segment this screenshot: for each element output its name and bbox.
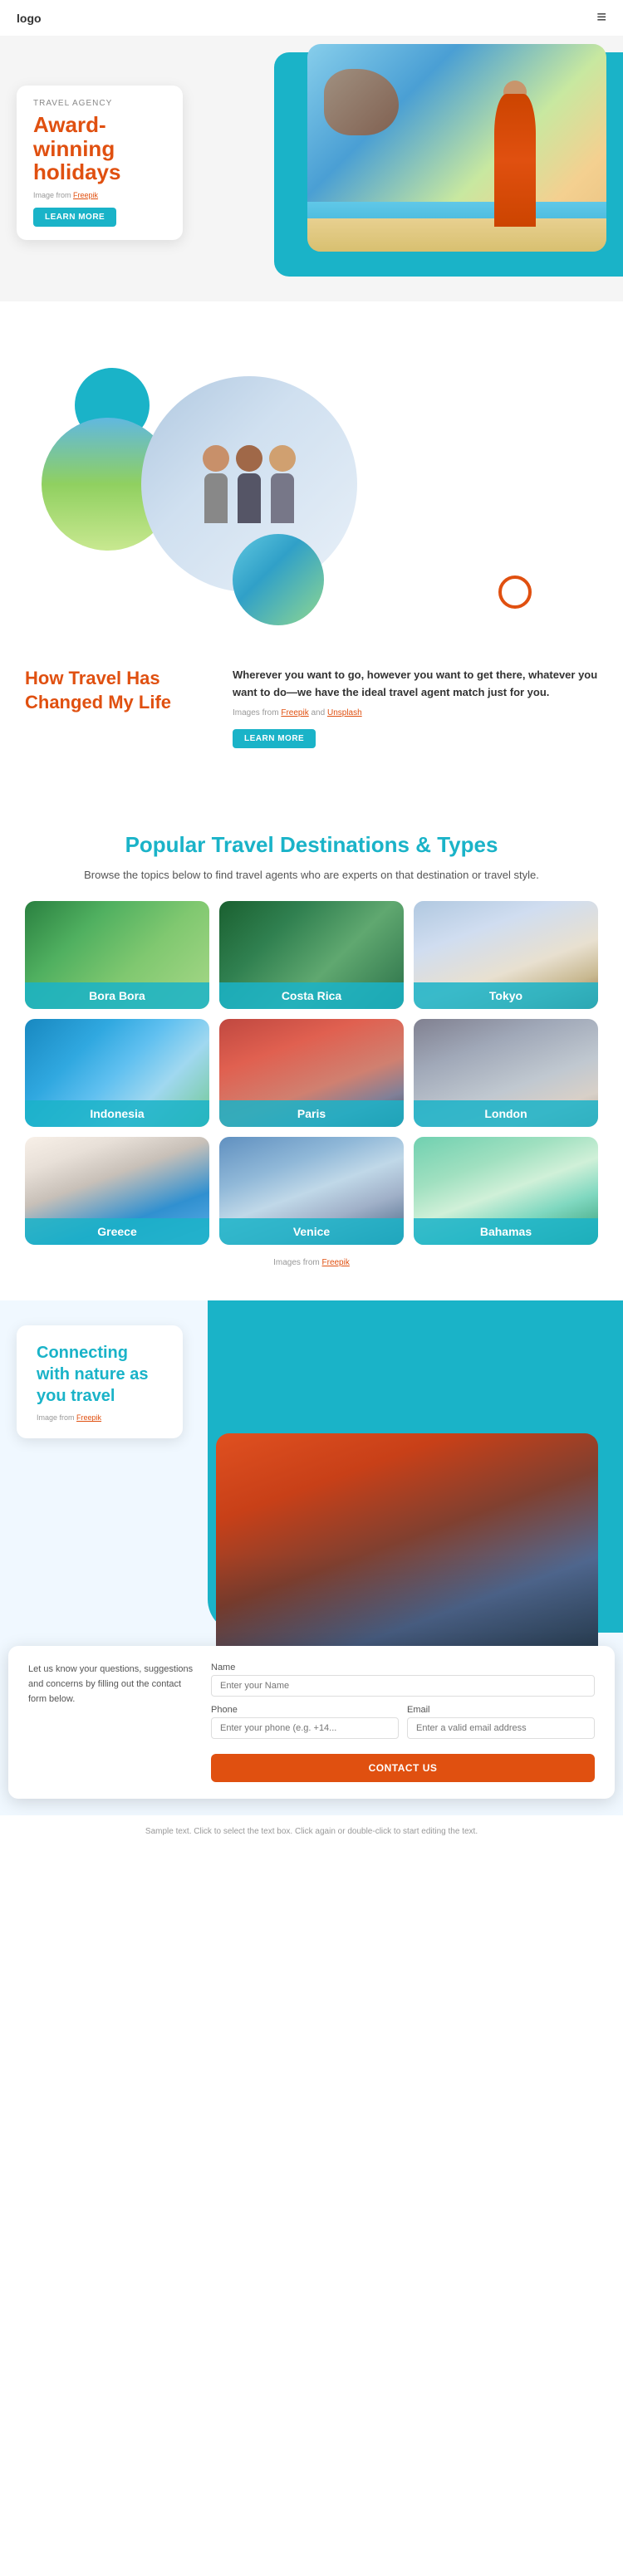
name-input[interactable] bbox=[211, 1675, 595, 1697]
person-2 bbox=[236, 445, 262, 523]
contact-intro: Let us know your questions, suggestions … bbox=[28, 1663, 194, 1782]
person-2-body bbox=[238, 473, 261, 523]
menu-icon[interactable]: ≡ bbox=[596, 8, 606, 27]
contact-intro-text: Let us know your questions, suggestions … bbox=[28, 1663, 194, 1707]
destination-card-london[interactable]: London bbox=[414, 1019, 598, 1127]
travel-section: How Travel Has Changed My Life Wherever … bbox=[0, 318, 623, 798]
destination-label: Tokyo bbox=[414, 982, 598, 1009]
destination-card-indonesia[interactable]: Indonesia bbox=[25, 1019, 209, 1127]
hero-sand bbox=[307, 218, 606, 252]
destination-label: Bora Bora bbox=[25, 982, 209, 1009]
person-1 bbox=[203, 445, 229, 523]
destination-label: London bbox=[414, 1100, 598, 1127]
footer: Sample text. Click to select the text bo… bbox=[0, 1815, 623, 1853]
destination-card-venice[interactable]: Venice bbox=[219, 1137, 404, 1245]
phone-input[interactable] bbox=[211, 1717, 399, 1739]
email-label: Email bbox=[407, 1705, 595, 1715]
contact-form: Name Phone Email CONTACT US bbox=[211, 1663, 595, 1782]
phone-field-group: Phone bbox=[211, 1705, 399, 1739]
destination-label: Venice bbox=[219, 1218, 404, 1245]
destination-label: Bahamas bbox=[414, 1218, 598, 1245]
footer-note-text: Sample text. Click to select the text bo… bbox=[145, 1827, 478, 1836]
destination-card-paris[interactable]: Paris bbox=[219, 1019, 404, 1127]
destinations-grid: Bora Bora Costa Rica Tokyo Indonesia Paris Lo… bbox=[25, 901, 598, 1245]
agency-label: TRAVEL AGENCY bbox=[33, 99, 166, 108]
travel-text-left: How Travel Has Changed My Life bbox=[25, 667, 208, 714]
travel-learn-more-button[interactable]: LEARN MORE bbox=[233, 729, 316, 748]
hero-image-credit: Image from Freepik bbox=[33, 191, 166, 199]
person-1-head bbox=[203, 445, 229, 472]
phone-label: Phone bbox=[211, 1705, 399, 1715]
destinations-heading: Popular Travel Destinations & Types bbox=[25, 831, 598, 859]
email-input[interactable] bbox=[407, 1717, 595, 1739]
person-2-head bbox=[236, 445, 262, 472]
destination-label: Costa Rica bbox=[219, 982, 404, 1009]
name-label: Name bbox=[211, 1663, 595, 1672]
contact-row: Let us know your questions, suggestions … bbox=[28, 1663, 595, 1782]
hero-rock bbox=[324, 69, 399, 135]
travel-body: Wherever you want to go, however you wan… bbox=[233, 667, 598, 702]
destination-label: Indonesia bbox=[25, 1100, 209, 1127]
destination-card-tokyo[interactable]: Tokyo bbox=[414, 901, 598, 1009]
travel-credit-link1[interactable]: Freepik bbox=[281, 708, 308, 717]
phone-email-row: Phone Email bbox=[211, 1705, 595, 1747]
destination-label: Paris bbox=[219, 1100, 404, 1127]
nature-credit-link[interactable]: Freepik bbox=[76, 1413, 101, 1422]
hero-woman bbox=[473, 61, 557, 227]
destination-card-bora-bora[interactable]: Bora Bora bbox=[25, 901, 209, 1009]
nature-heading: Connecting with nature as you travel bbox=[37, 1342, 163, 1407]
travel-circles bbox=[25, 351, 598, 642]
destination-card-costa-rica[interactable]: Costa Rica bbox=[219, 901, 404, 1009]
email-field-group: Email bbox=[407, 1705, 595, 1739]
nature-card: Connecting with nature as you travel Ima… bbox=[17, 1325, 183, 1438]
destination-card-greece[interactable]: Greece bbox=[25, 1137, 209, 1245]
destination-label: Greece bbox=[25, 1218, 209, 1245]
travel-text-right: Wherever you want to go, however you wan… bbox=[233, 667, 598, 748]
travel-heading: How Travel Has Changed My Life bbox=[25, 667, 208, 714]
travel-credit-link2[interactable]: Unsplash bbox=[327, 708, 362, 717]
destinations-credit: Images from Freepik bbox=[25, 1258, 598, 1267]
nature-section: Connecting with nature as you travel Ima… bbox=[0, 1300, 623, 1815]
hero-credit-link[interactable]: Freepik bbox=[73, 191, 98, 199]
person-3 bbox=[269, 445, 296, 523]
header: logo ≡ bbox=[0, 0, 623, 36]
logo: logo bbox=[17, 12, 42, 25]
contact-submit-button[interactable]: CONTACT US bbox=[211, 1754, 595, 1782]
nature-image-credit: Image from Freepik bbox=[37, 1413, 163, 1422]
name-field-group: Name bbox=[211, 1663, 595, 1697]
circle-small-island bbox=[233, 534, 324, 625]
hero-card: TRAVEL AGENCY Award-winning holidays Ima… bbox=[17, 86, 183, 240]
hero-beach-image bbox=[307, 44, 606, 252]
hero-woman-body bbox=[494, 94, 536, 227]
contact-section: Let us know your questions, suggestions … bbox=[8, 1646, 615, 1799]
travel-image-credit: Images from Freepik and Unsplash bbox=[233, 708, 598, 717]
person-3-head bbox=[269, 445, 296, 472]
destinations-subtitle: Browse the topics below to find travel a… bbox=[25, 869, 598, 881]
hero-section: TRAVEL AGENCY Award-winning holidays Ima… bbox=[0, 36, 623, 301]
hero-headline: Award-winning holidays bbox=[33, 113, 166, 184]
destination-card-bahamas[interactable]: Bahamas bbox=[414, 1137, 598, 1245]
destinations-section: Popular Travel Destinations & Types Brow… bbox=[0, 798, 623, 1301]
destinations-credit-link[interactable]: Freepik bbox=[322, 1258, 350, 1267]
hero-learn-more-button[interactable]: LEARN MORE bbox=[33, 208, 116, 227]
circle-orange-outline bbox=[498, 575, 532, 609]
person-1-body bbox=[204, 473, 228, 523]
travel-text-row: How Travel Has Changed My Life Wherever … bbox=[25, 667, 598, 748]
person-3-body bbox=[271, 473, 294, 523]
